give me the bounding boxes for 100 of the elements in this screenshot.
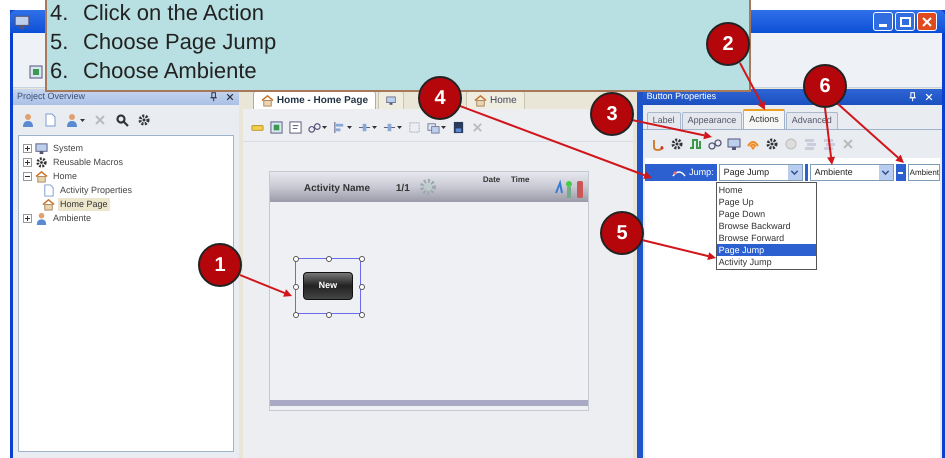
maximize-button[interactable] <box>895 12 915 31</box>
dropdown-option[interactable]: Page Up <box>716 196 816 208</box>
pulse-icon <box>688 137 703 151</box>
toolbar-button[interactable] <box>65 113 85 127</box>
stack-icon <box>802 137 817 151</box>
pin-icon <box>908 92 918 102</box>
instruction-text: Click on the Action <box>83 0 264 26</box>
caret-icon <box>372 126 377 129</box>
caret-icon <box>80 118 85 122</box>
gear-icon <box>35 156 48 169</box>
expand-icon[interactable] <box>23 144 32 153</box>
dashed-frame-icon <box>408 121 421 134</box>
toolbar-button[interactable] <box>137 113 151 127</box>
instruction-text: Choose Ambiente <box>83 58 257 84</box>
callout-arrow <box>240 274 292 297</box>
text-box-icon <box>288 121 302 134</box>
target-field[interactable]: Ambient <box>908 164 940 181</box>
minimize-button[interactable] <box>873 12 893 31</box>
app-icon <box>14 14 30 30</box>
toolbar-button[interactable] <box>29 65 43 79</box>
toolbar-button[interactable] <box>822 137 836 151</box>
editor-tab[interactable]: Home <box>466 91 525 109</box>
toolbar-button[interactable] <box>270 121 283 134</box>
gear-icon <box>670 137 684 151</box>
person-icon <box>65 113 79 127</box>
disc-icon <box>784 137 798 151</box>
step-number: 6. <box>50 58 70 84</box>
toolbar-button[interactable] <box>708 137 722 151</box>
toolbar-button[interactable] <box>308 121 327 134</box>
tree-item[interactable]: Reusable Macros <box>51 156 126 170</box>
tree-item[interactable]: Home Page <box>58 198 110 212</box>
person-icon <box>21 113 35 127</box>
toolbar-button[interactable] <box>426 121 446 134</box>
monitor-icon <box>35 142 48 155</box>
expand-icon[interactable] <box>23 214 32 223</box>
dropdown-option[interactable]: Activity Jump <box>716 256 816 268</box>
chain-icon <box>708 137 722 151</box>
toolbar-button[interactable] <box>764 137 779 151</box>
toolbar-button[interactable] <box>452 121 465 134</box>
activity-name: Activity Name <box>304 182 370 196</box>
new-button[interactable]: New <box>302 272 353 300</box>
toolbar-button[interactable] <box>332 121 352 134</box>
close-icon <box>470 121 484 134</box>
properties-tab[interactable]: Actions <box>743 109 785 129</box>
picture-frame-icon <box>29 65 43 79</box>
callout-arrow <box>739 62 765 110</box>
pin-icon <box>208 92 219 102</box>
dropdown-option[interactable]: Page Jump <box>716 244 816 256</box>
dropdown-option[interactable]: Browse Backward <box>716 220 816 232</box>
align-icon <box>332 121 346 134</box>
toolbar-button[interactable] <box>358 121 377 134</box>
status-icons <box>554 179 586 199</box>
editor-tab[interactable]: Home - Home Page <box>252 91 376 109</box>
layers-icon <box>426 121 440 134</box>
house-icon <box>260 94 274 107</box>
expand-icon[interactable] <box>23 158 32 167</box>
stack-icon <box>822 137 836 151</box>
monitor-icon <box>386 94 396 107</box>
action-select[interactable]: Page Jump <box>718 164 803 181</box>
close-icon <box>840 137 855 151</box>
dropdown-option[interactable]: Home <box>716 184 816 196</box>
tree-item[interactable]: Ambiente <box>51 212 94 226</box>
properties-tab[interactable]: Label <box>646 112 681 129</box>
properties-tab[interactable]: Appearance <box>682 112 742 129</box>
instruction-text: Choose Page Jump <box>83 29 276 55</box>
house-icon <box>35 170 48 183</box>
editor-tab[interactable] <box>378 91 404 109</box>
gear-icon <box>418 178 437 196</box>
collapse-icon[interactable] <box>23 172 32 181</box>
dropdown-option[interactable]: Browse Forward <box>716 232 816 244</box>
picture-frame-icon <box>270 121 283 134</box>
toolbar-button[interactable] <box>382 121 402 134</box>
tree-item[interactable]: System <box>51 142 86 156</box>
minus-icon <box>898 172 904 174</box>
maximize-icon <box>900 16 910 26</box>
toolbar-button[interactable] <box>115 113 129 127</box>
loop-icon <box>650 137 665 151</box>
target-select[interactable]: Ambiente <box>810 164 894 181</box>
dropdown-option[interactable]: Page Down <box>716 208 816 220</box>
toolbar-button[interactable] <box>670 137 684 151</box>
close-icon <box>924 92 934 102</box>
minimize-icon <box>879 24 887 27</box>
person-icon <box>35 212 48 225</box>
label-text: Jump: <box>689 166 714 179</box>
close-icon <box>224 92 235 102</box>
house-icon <box>42 198 55 211</box>
date-label: Date <box>482 174 500 186</box>
minus-button[interactable] <box>896 164 906 181</box>
gear-icon <box>137 113 151 127</box>
close-icon <box>922 16 932 26</box>
distribute-icon <box>382 121 396 134</box>
tree-item[interactable]: Activity Properties <box>58 184 134 198</box>
monitor-icon <box>726 137 741 151</box>
toolbar-button[interactable] <box>726 137 741 151</box>
tree-item[interactable]: Home <box>51 170 80 184</box>
caret-icon <box>396 126 402 129</box>
page-icon <box>43 113 57 127</box>
caret-icon <box>346 126 352 129</box>
toolbar-button[interactable] <box>288 121 302 134</box>
close-button[interactable] <box>917 12 937 31</box>
